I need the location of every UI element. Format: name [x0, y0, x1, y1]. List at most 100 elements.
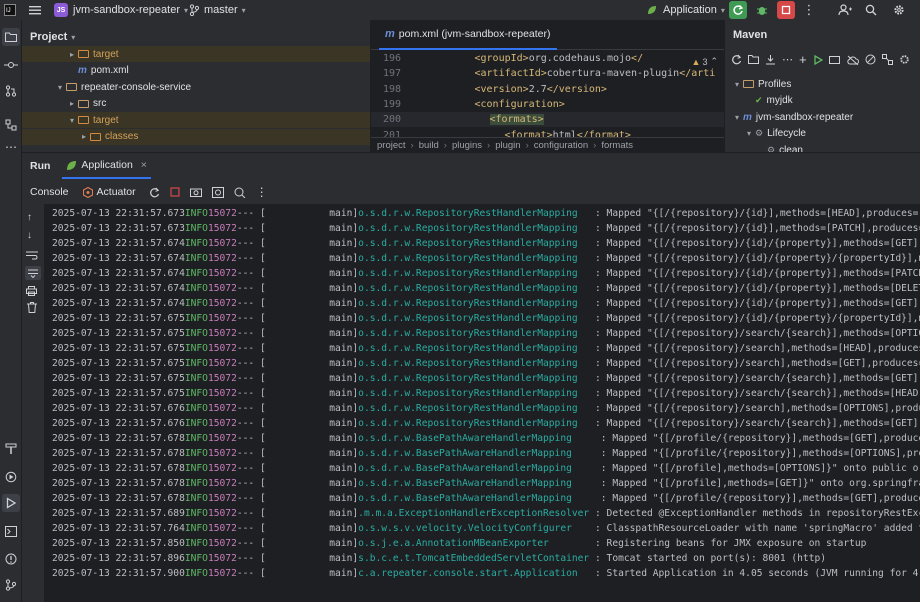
settings-button[interactable] — [890, 1, 908, 19]
tree-item[interactable]: ▾ target — [22, 112, 370, 128]
clear-console-button[interactable] — [27, 302, 37, 313]
more-horizontal-icon[interactable]: ⋯ — [782, 53, 793, 66]
run-tab-application[interactable]: Application × — [62, 153, 151, 179]
show-dependencies-button[interactable] — [881, 54, 893, 65]
breadcrumb-item[interactable]: formats — [601, 140, 633, 151]
scroll-end-icon — [28, 269, 38, 278]
editor-tab-pom[interactable]: m pom.xml (jvm-sandbox-repeater) — [379, 20, 557, 50]
offline-button[interactable] — [846, 55, 859, 65]
maven-tree-item[interactable]: ▾ Profiles — [725, 76, 920, 92]
chevron-down-icon[interactable]: ▾ — [66, 116, 78, 125]
scroll-up-button[interactable]: ↑ — [27, 212, 32, 223]
pull-requests-button[interactable] — [2, 82, 20, 100]
stop-console-button[interactable] — [170, 187, 180, 197]
log-pid: 15072 — [207, 373, 237, 384]
log-line: 2025-07-13 22:31:57.674 INFO 15072 --- [… — [44, 296, 920, 311]
breadcrumb-item[interactable]: build — [419, 140, 439, 151]
tree-item[interactable]: ▸ target — [22, 46, 370, 62]
app-logo[interactable]: IJ — [4, 0, 16, 20]
breadcrumb-item[interactable]: configuration — [534, 140, 588, 151]
chevron-right-icon[interactable]: ▸ — [66, 99, 78, 108]
main-menu-button[interactable] — [29, 0, 41, 20]
log-logger: o.s.d.r.w.RepositoryRestHandlerMapping — [358, 268, 590, 279]
terminal-tool-button[interactable] — [2, 522, 20, 540]
services-tool-button[interactable] — [2, 468, 20, 486]
chevron-right-icon[interactable]: ▸ — [78, 132, 90, 141]
run-config-selector[interactable]: Application ▾ — [646, 0, 725, 20]
print-button[interactable] — [26, 286, 37, 296]
more-vertical-icon[interactable]: ⋮ — [256, 185, 268, 199]
cloud-off-icon — [846, 55, 859, 65]
log-logger: .m.m.a.ExceptionHandlerExceptionResolver — [358, 508, 590, 519]
thread-dump-button[interactable] — [211, 186, 224, 198]
stop-button[interactable] — [777, 1, 795, 19]
log-message: : Mapped "{[/{repository}/{id}/{property… — [594, 313, 920, 324]
project-selector[interactable]: JS jvm-sandbox-repeater ▾ — [54, 0, 188, 20]
maven-settings-button[interactable] — [828, 55, 841, 65]
plus-icon[interactable]: + — [799, 52, 807, 67]
maven-tree-item[interactable]: ⚙ clean — [725, 142, 920, 153]
tree-item[interactable]: ▸ classes — [22, 128, 370, 145]
log-message: : Mapped "{[/{repository}/{id}],methods=… — [594, 208, 920, 219]
breadcrumb-item[interactable]: plugins — [452, 140, 482, 151]
breadcrumb-item[interactable]: project — [377, 140, 406, 151]
add-user-button[interactable] — [836, 1, 854, 19]
scroll-to-end-button[interactable] — [25, 266, 41, 280]
chevron-down-icon[interactable]: ▾ — [54, 83, 66, 92]
git-tool-button[interactable] — [2, 576, 20, 594]
log-level: INFO — [184, 418, 208, 429]
maven-tree-item[interactable]: ▾ ⚙ Lifecycle — [725, 126, 920, 142]
search-button[interactable] — [862, 1, 880, 19]
run-maven-button[interactable] — [813, 54, 823, 65]
folder-icon — [78, 99, 89, 108]
breadcrumb-item[interactable]: plugin — [495, 140, 520, 151]
run-tool-button[interactable] — [2, 494, 20, 512]
branch-selector[interactable]: master ▾ — [189, 0, 246, 20]
xml-tag: <formats> — [489, 114, 544, 126]
console-output[interactable]: 2025-07-13 22:31:57.673 INFO 15072 --- [… — [44, 204, 920, 602]
actuator-tab[interactable]: Actuator — [82, 186, 136, 198]
tree-item[interactable]: ▾ repeater-console-service — [22, 79, 370, 95]
more-actions-button[interactable]: ⋮ — [800, 1, 818, 19]
scroll-down-button[interactable]: ↓ — [27, 230, 32, 241]
maven-tree-item[interactable]: ▾ m jvm-sandbox-repeater — [725, 109, 920, 125]
xml-tag: <groupId> — [474, 53, 529, 64]
chevron-down-icon[interactable]: ▾ — [731, 113, 743, 122]
tree-item-label: pom.xml — [90, 65, 129, 76]
skip-tests-button[interactable] — [865, 54, 876, 65]
actuator-icon — [82, 186, 93, 198]
problems-tool-button[interactable] — [2, 550, 20, 568]
download-button[interactable] — [765, 54, 776, 65]
log-thread: main] — [265, 223, 359, 234]
commit-tool-button[interactable] — [2, 56, 20, 74]
soft-wrap-button[interactable] — [26, 250, 38, 260]
profiler-button[interactable] — [234, 187, 246, 198]
log-line: 2025-07-13 22:31:57.678 INFO 15072 --- [… — [44, 446, 920, 461]
debug-button[interactable] — [753, 1, 771, 19]
chevron-down-icon[interactable]: ▾ — [743, 129, 755, 138]
add-project-button[interactable] — [748, 54, 759, 65]
tree-item[interactable]: ▸ src — [22, 96, 370, 112]
rerun-console-button[interactable] — [149, 187, 160, 198]
left-tool-strip: ⋯ — [0, 20, 22, 602]
log-logger: o.s.d.r.w.RepositoryRestHandlerMapping — [358, 208, 590, 219]
log-logger: o.s.d.r.w.BasePathAwareHandlerMapping — [358, 433, 595, 444]
build-tool-button[interactable] — [2, 440, 20, 458]
chevron-right-icon[interactable]: ▸ — [66, 50, 78, 59]
reload-button[interactable] — [731, 54, 742, 65]
more-tools-button[interactable]: ⋯ — [2, 138, 20, 156]
maven-tree-item[interactable]: ✔ myjdk — [725, 93, 920, 109]
close-icon[interactable]: × — [141, 159, 147, 171]
rerun-button[interactable] — [729, 1, 747, 19]
line-number: 196 — [382, 53, 401, 64]
project-tool-button[interactable] — [2, 28, 20, 46]
tree-item[interactable]: m pom.xml — [22, 63, 370, 79]
checkbox-checked-icon[interactable]: ✔ — [755, 95, 763, 106]
console-tab[interactable]: Console — [30, 186, 69, 198]
structure-tool-button[interactable] — [2, 116, 20, 134]
screenshot-button[interactable] — [189, 187, 202, 197]
maven-gear-button[interactable] — [899, 54, 910, 65]
code-line: 196 <groupId>org.codehaus.mojo</ — [371, 51, 724, 66]
log-message: : Mapped "{[/profile/{repository}],metho… — [600, 448, 920, 459]
chevron-down-icon[interactable]: ▾ — [731, 80, 743, 89]
